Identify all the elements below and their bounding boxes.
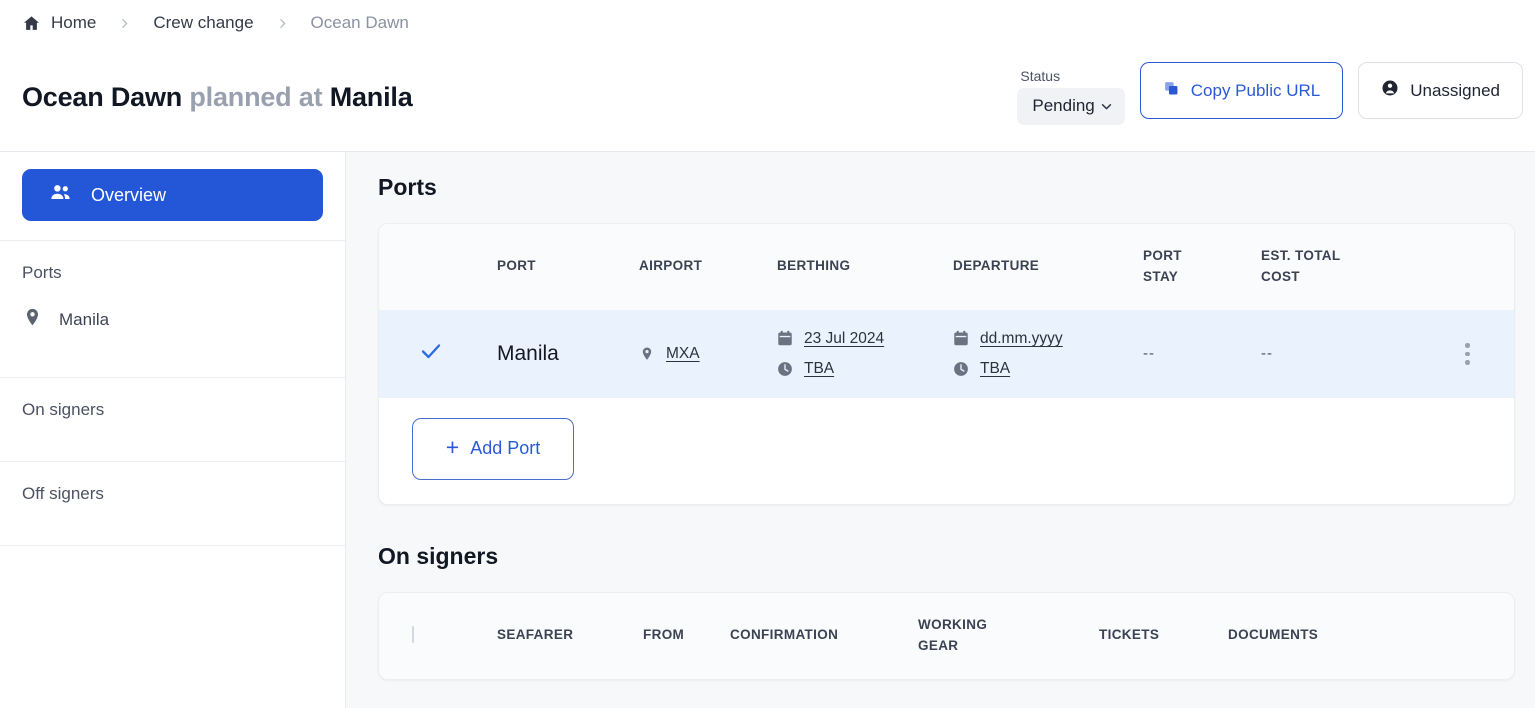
copy-icon — [1163, 80, 1180, 102]
sidebar-item-manila[interactable]: Manila — [0, 283, 345, 358]
on-signers-card: SEAFARER FROM CONFIRMATION WORKING GEAR … — [378, 591, 1515, 680]
th-gear-line1: WORKING — [918, 616, 988, 632]
add-port-button[interactable]: + Add Port — [412, 417, 574, 480]
location-pin-icon — [639, 346, 655, 362]
cell-row-actions — [1421, 310, 1514, 398]
breadcrumb-item-home[interactable]: Home — [51, 13, 96, 33]
calendar-icon — [777, 330, 793, 347]
select-all-checkbox[interactable] — [412, 626, 414, 644]
th-departure: DEPARTURE — [953, 258, 1040, 274]
sidebar-item-overview[interactable]: Overview — [22, 169, 323, 221]
sidebar-item-manila-label: Manila — [59, 310, 110, 329]
plus-icon: + — [445, 434, 460, 461]
status-dropdown[interactable]: Pending — [1017, 88, 1125, 125]
th-est-total-cost: EST. TOTAL COST — [1261, 224, 1421, 310]
clock-icon — [953, 361, 969, 377]
th-berthing: BERTHING — [777, 258, 851, 274]
th-cost-line1: EST. TOTAL — [1261, 248, 1341, 263]
airport-code-link[interactable]: MXA — [666, 345, 700, 363]
th-select-all — [379, 593, 497, 679]
cell-departure: dd.mm.yyyy TBA — [953, 310, 1143, 398]
status-group: Status Pending — [1017, 62, 1125, 125]
calendar-icon — [953, 330, 969, 347]
th-port-stay-line2: STAY — [1143, 268, 1179, 284]
cell-berthing: 23 Jul 2024 TBA — [777, 310, 953, 398]
assignee-label: Unassigned — [1410, 80, 1500, 100]
th-port: PORT — [497, 258, 536, 274]
ports-section-title: Ports — [378, 174, 437, 200]
copy-public-url-label: Copy Public URL — [1190, 80, 1321, 100]
berthing-time-link[interactable]: TBA — [804, 360, 834, 378]
th-select — [379, 224, 497, 310]
assignee-button[interactable]: Unassigned — [1358, 62, 1523, 119]
cell-port-stay: -- — [1143, 345, 1155, 363]
sidebar-item-overview-label: Overview — [91, 184, 167, 205]
on-signers-table: SEAFARER FROM CONFIRMATION WORKING GEAR … — [379, 592, 1514, 679]
page-title: Ocean Dawn planned at Manila — [22, 82, 413, 113]
departure-time-link[interactable]: TBA — [980, 360, 1010, 378]
cell-est-total-cost: -- — [1261, 345, 1273, 363]
check-icon[interactable] — [419, 341, 443, 369]
th-from: FROM — [643, 627, 685, 643]
main-content: Ports PORT AIRPORT BERTHING DEPARTURE PO… — [346, 152, 1535, 708]
th-cost-line2: COST — [1261, 268, 1300, 284]
cell-port: Manila — [497, 341, 559, 365]
berthing-date-link[interactable]: 23 Jul 2024 — [804, 330, 884, 348]
add-port-row: + Add Port — [379, 397, 1514, 504]
ports-table-header-row: PORT AIRPORT BERTHING DEPARTURE PORT STA… — [379, 224, 1514, 310]
copy-public-url-button[interactable]: Copy Public URL — [1139, 62, 1344, 119]
header-actions: Status Pending Copy Public URL Unassigne… — [1017, 62, 1523, 125]
th-airport: AIRPORT — [639, 258, 703, 274]
on-signers-table-head: SEAFARER FROM CONFIRMATION WORKING GEAR … — [379, 592, 1514, 679]
ports-table-head: PORT AIRPORT BERTHING DEPARTURE PORT STA… — [379, 224, 1514, 310]
th-gear-line2: GEAR — [918, 637, 959, 653]
sidebar-divider-4 — [0, 545, 345, 546]
status-value: Pending — [1032, 96, 1095, 115]
row-selected-check-cell — [379, 310, 497, 398]
body-wrapper: Overview Ports Manila On signers Off sig… — [0, 152, 1535, 708]
table-row[interactable]: Manila MXA 23 Jul 2024 TBA dd.mm.yyyy TB… — [379, 309, 1514, 398]
page-title-connector: planned at — [189, 82, 323, 112]
th-working-gear: WORKING GEAR — [918, 593, 1099, 679]
clock-icon — [777, 361, 793, 377]
on-signers-section-title: On signers — [378, 542, 499, 569]
chevron-down-icon — [1101, 102, 1112, 113]
sidebar-item-on-signers[interactable]: On signers — [0, 378, 345, 442]
ports-table: PORT AIRPORT BERTHING DEPARTURE PORT STA… — [379, 224, 1514, 398]
sidebar-item-off-signers[interactable]: Off signers — [0, 462, 345, 526]
page-title-vessel: Ocean Dawn — [22, 82, 183, 112]
th-documents: DOCUMENTS — [1228, 627, 1319, 643]
breadcrumb-item-crew-change[interactable]: Crew change — [153, 13, 253, 33]
breadcrumb-separator — [118, 17, 131, 30]
home-icon — [22, 14, 41, 33]
sidebar: Overview Ports Manila On signers Off sig… — [0, 152, 346, 708]
ports-card: PORT AIRPORT BERTHING DEPARTURE PORT STA… — [378, 223, 1515, 505]
th-port-stay: PORT STAY — [1143, 224, 1261, 310]
th-tickets: TICKETS — [1099, 627, 1160, 643]
breadcrumb: Home Crew change Ocean Dawn — [22, 13, 409, 33]
people-icon — [48, 180, 73, 210]
breadcrumb-separator-2 — [276, 17, 289, 30]
cell-airport: MXA — [639, 310, 777, 398]
location-pin-icon — [22, 307, 43, 333]
page-title-port: Manila — [329, 82, 413, 112]
kebab-menu-icon[interactable] — [1421, 343, 1514, 365]
page-header: Home Crew change Ocean Dawn Ocean Dawn p… — [0, 0, 1535, 152]
th-actions — [1421, 224, 1514, 310]
add-port-label: Add Port — [470, 438, 541, 459]
breadcrumb-item-ocean-dawn: Ocean Dawn — [310, 13, 409, 32]
status-label: Status — [1020, 68, 1061, 84]
th-confirmation: CONFIRMATION — [730, 627, 839, 643]
ports-table-body: Manila MXA 23 Jul 2024 TBA dd.mm.yyyy TB… — [379, 309, 1514, 398]
sidebar-section-ports: Ports — [22, 263, 62, 282]
account-circle-icon — [1381, 79, 1399, 102]
th-seafarer: SEAFARER — [497, 627, 574, 643]
departure-date-link[interactable]: dd.mm.yyyy — [980, 330, 1063, 348]
on-signers-header-row: SEAFARER FROM CONFIRMATION WORKING GEAR … — [379, 592, 1514, 679]
th-port-stay-line1: PORT — [1143, 248, 1182, 263]
